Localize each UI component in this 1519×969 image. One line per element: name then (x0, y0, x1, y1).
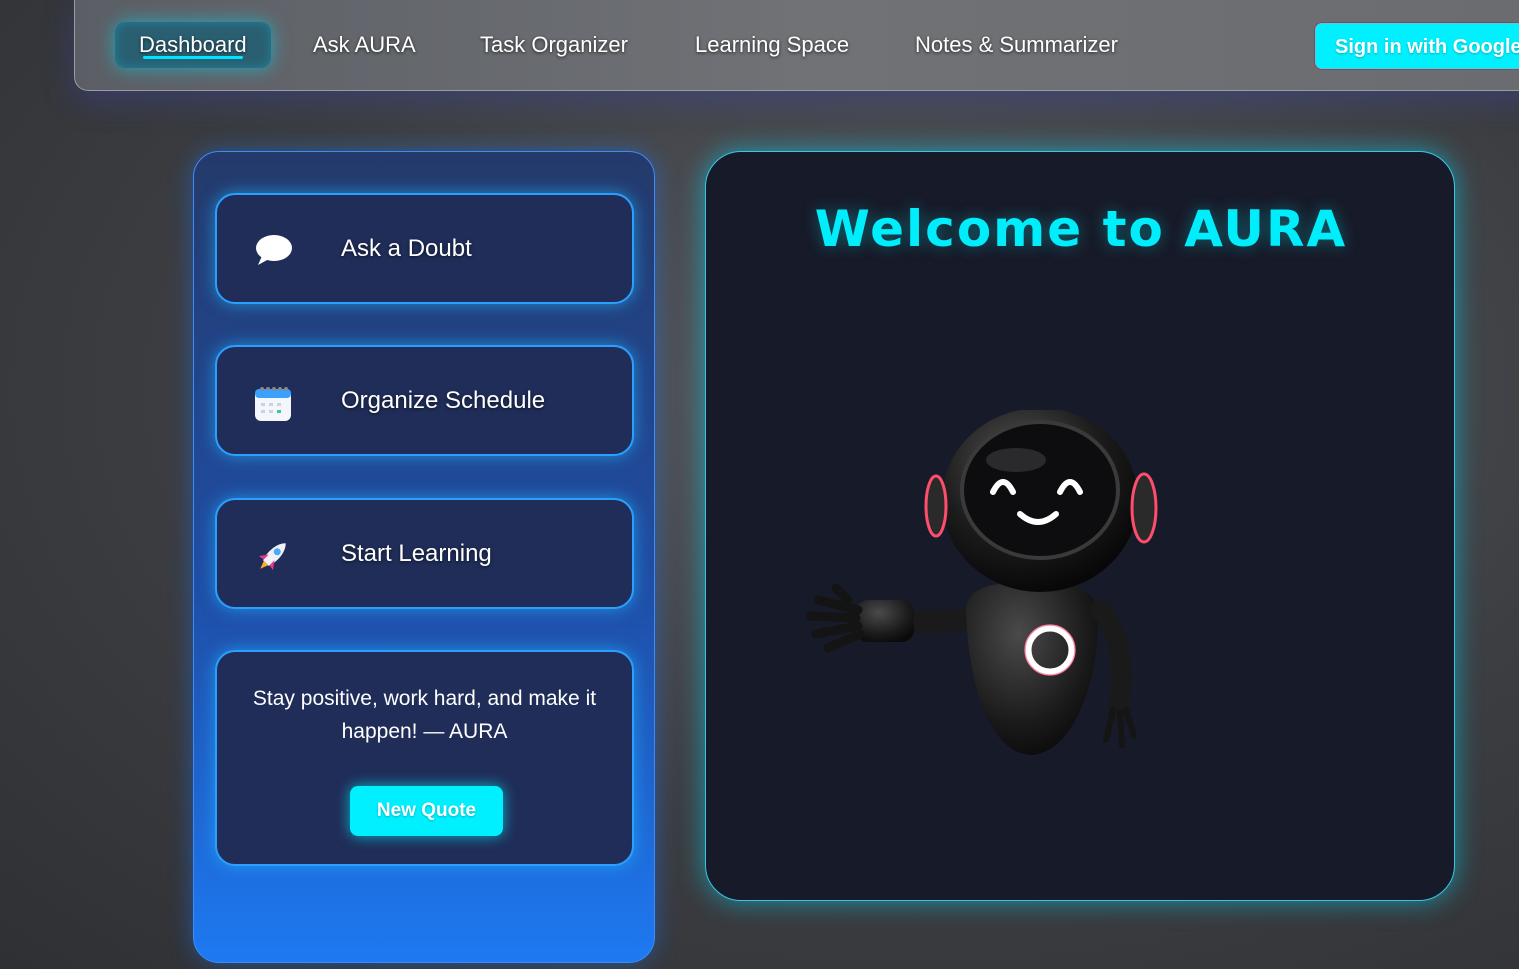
start-learning-label: Start Learning (341, 540, 492, 567)
nav-tab-label: Task Organizer (480, 32, 628, 57)
nav-tab-learning-space[interactable]: Learning Space (695, 22, 849, 68)
calendar-icon (255, 387, 291, 421)
welcome-title: Welcome to AURA (814, 200, 1348, 258)
new-quote-button[interactable]: New Quote (350, 786, 503, 836)
nav-tab-label: Dashboard (139, 32, 247, 57)
google-signin-button[interactable]: Sign in with Google (1314, 22, 1519, 70)
nav-tab-dashboard[interactable]: Dashboard (115, 22, 271, 68)
nav-tab-task-organizer[interactable]: Task Organizer (480, 22, 628, 68)
ask-doubt-label: Ask a Doubt (341, 235, 472, 262)
nav-tab-notes-summarizer[interactable]: Notes & Summarizer (915, 22, 1118, 68)
welcome-card: Welcome to AURA (705, 151, 1455, 901)
quick-actions-panel: Ask a Doubt Organize Schedule Start Lear… (193, 151, 655, 963)
organize-schedule-label: Organize Schedule (341, 387, 546, 414)
rocket-icon (258, 543, 286, 571)
speech-bubble-icon (256, 235, 292, 265)
quote-card: Stay positive, work hard, and make it ha… (215, 650, 634, 866)
top-navbar: Dashboard Ask AURA Task Organizer Learni… (74, 0, 1519, 91)
nav-tab-label: Notes & Summarizer (915, 32, 1118, 57)
start-learning-card[interactable]: Start Learning (215, 498, 634, 609)
organize-schedule-card[interactable]: Organize Schedule (215, 345, 634, 456)
nav-tab-label: Learning Space (695, 32, 850, 57)
nav-tab-ask-aura[interactable]: Ask AURA (313, 22, 416, 68)
motivational-quote: Stay positive, work hard, and make it ha… (252, 687, 597, 743)
active-tab-underline (143, 56, 243, 59)
robot-mascot-icon (805, 410, 1158, 755)
nav-tab-label: Ask AURA (313, 32, 416, 57)
ask-doubt-card[interactable]: Ask a Doubt (215, 193, 634, 304)
